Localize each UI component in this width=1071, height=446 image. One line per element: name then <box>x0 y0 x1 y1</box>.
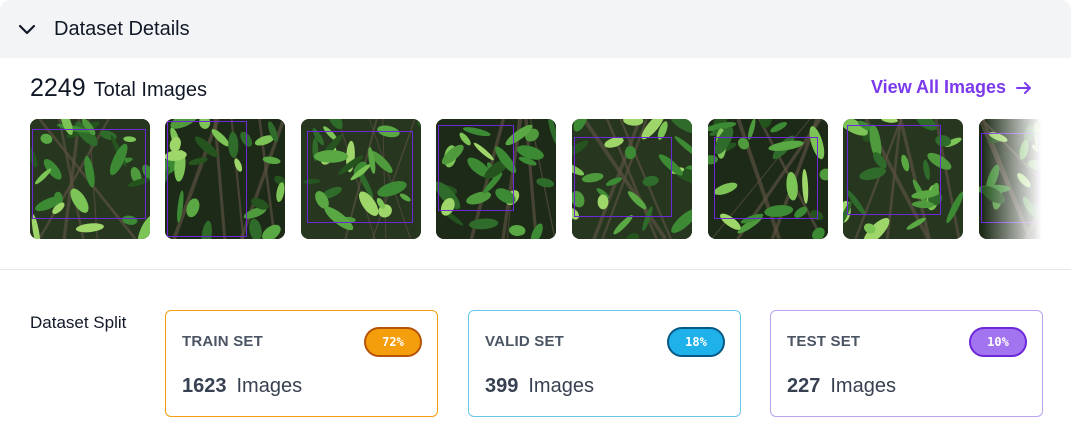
total-images: 2249 Total Images <box>30 74 207 103</box>
percent-badge: 10% <box>969 327 1027 357</box>
percent-badge: 18% <box>667 327 725 357</box>
dataset-thumbnail[interactable] <box>301 119 421 239</box>
image-count: 399 Images <box>485 375 594 398</box>
dataset-thumbnail[interactable] <box>165 119 285 239</box>
set-name: TRAIN SET <box>182 333 263 350</box>
valid-set-card[interactable]: VALID SET 18% 399 Images <box>468 310 741 417</box>
dataset-thumbnail[interactable] <box>572 119 692 239</box>
count-unit: Images <box>236 375 303 397</box>
view-all-label: View All Images <box>871 77 1007 97</box>
total-count: 2249 <box>30 74 86 102</box>
count-value: 227 <box>787 375 821 397</box>
dataset-thumbnail[interactable] <box>979 119 1042 239</box>
dataset-thumbnail[interactable] <box>436 119 556 239</box>
dataset-split-label: Dataset Split <box>30 313 127 332</box>
bounding-box <box>307 131 413 223</box>
set-name: VALID SET <box>485 333 565 350</box>
thumbnail-strip <box>30 119 1042 239</box>
dataset-thumbnail[interactable] <box>30 119 150 239</box>
percent-badge: 72% <box>364 327 422 357</box>
dataset-details-header[interactable]: Dataset Details <box>0 0 1071 58</box>
count-value: 1623 <box>182 375 227 397</box>
count-unit: Images <box>528 375 594 397</box>
arrow-right-icon <box>1014 78 1034 98</box>
test-set-card[interactable]: TEST SET 10% 227 Images <box>770 310 1043 417</box>
image-count: 227 Images <box>787 375 896 398</box>
view-all-images-link[interactable]: View All Images <box>871 77 1034 98</box>
bounding-box <box>981 133 1039 223</box>
dataset-thumbnail[interactable] <box>843 119 963 239</box>
bounding-box <box>714 137 818 219</box>
image-count: 1623 Images <box>182 375 302 398</box>
bounding-box <box>574 137 672 217</box>
count-value: 399 <box>485 375 519 397</box>
dataset-thumbnail[interactable] <box>708 119 828 239</box>
train-set-card[interactable]: TRAIN SET 72% 1623 Images <box>165 310 438 417</box>
section-title: Dataset Details <box>54 17 190 40</box>
bounding-box <box>847 125 941 215</box>
total-label: Total Images <box>93 79 208 101</box>
bounding-box <box>32 129 146 219</box>
divider <box>0 269 1071 270</box>
bounding-box <box>167 121 247 237</box>
set-name: TEST SET <box>787 333 861 350</box>
count-unit: Images <box>830 375 896 397</box>
chevron-down-icon[interactable] <box>16 18 38 40</box>
bounding-box <box>438 125 514 211</box>
